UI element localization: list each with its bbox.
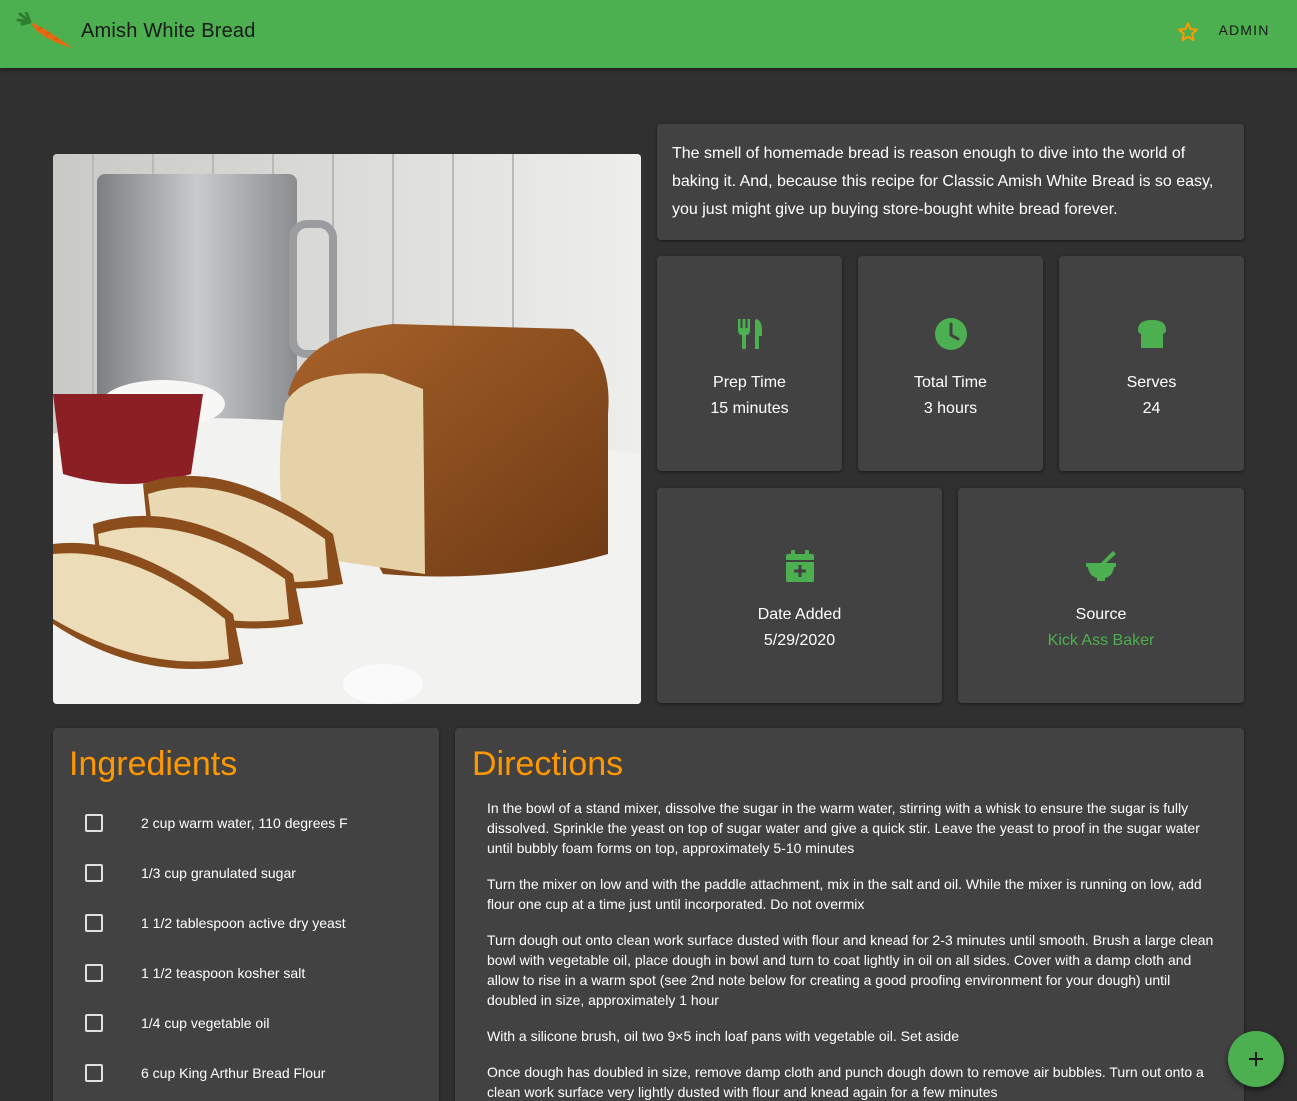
- date-added-card: Date Added 5/29/2020: [657, 488, 942, 703]
- direction-step: With a silicone brush, oil two 9×5 inch …: [487, 1028, 959, 1044]
- direction-step: In the bowl of a stand mixer, dissolve t…: [487, 800, 1200, 856]
- direction-step: Turn the mixer on low and with the paddl…: [487, 876, 1202, 912]
- ingredients-title: Ingredients: [69, 745, 238, 783]
- total-time-value: 3 hours: [923, 400, 978, 417]
- serves-value: 24: [1142, 400, 1161, 417]
- ingredient-checkbox[interactable]: [85, 1064, 103, 1082]
- ingredient-item[interactable]: 6 cup King Arthur Bread Flour: [69, 1048, 423, 1098]
- date-added-label: Date Added: [757, 606, 842, 623]
- directions-list: In the bowl of a stand mixer, dissolve t…: [472, 798, 1227, 1101]
- ingredient-text: 6 cup King Arthur Bread Flour: [141, 1065, 326, 1081]
- ingredient-checkbox[interactable]: [85, 814, 103, 832]
- ingredients-card: Ingredients 2 cup warm water, 110 degree…: [53, 728, 439, 1101]
- direction-step: Once dough has doubled in size, remove d…: [487, 1064, 1204, 1100]
- directions-title: Directions: [472, 745, 624, 783]
- serves-card: Serves 24: [1059, 256, 1244, 471]
- plus-icon: [1249, 1052, 1263, 1066]
- direction-step: Turn dough out onto clean work surface d…: [487, 932, 1214, 1008]
- source-link[interactable]: Kick Ass Baker: [1048, 632, 1155, 650]
- calendar-plus-icon: [785, 550, 814, 582]
- total-time-label: Total Time: [914, 374, 987, 391]
- ingredient-item[interactable]: 1/4 cup vegetable oil: [69, 998, 423, 1048]
- recipe-image: [53, 154, 641, 704]
- utensils-icon: [737, 319, 762, 349]
- ingredient-text: 2 cup warm water, 110 degrees F: [141, 815, 348, 831]
- source-card: Source Kick Ass Baker: [958, 488, 1244, 703]
- recipe-description: The smell of homemade bread is reason en…: [672, 145, 1214, 218]
- add-fab-button[interactable]: [1228, 1031, 1284, 1087]
- prep-time-value: 15 minutes: [710, 400, 789, 417]
- ingredient-checkbox[interactable]: [85, 864, 103, 882]
- serves-label: Serves: [1126, 374, 1177, 391]
- clock-icon: [934, 318, 967, 350]
- ingredients-list: 2 cup warm water, 110 degrees F 1/3 cup …: [69, 798, 423, 1098]
- app-title: Amish White Bread: [81, 20, 256, 42]
- ingredient-text: 1 1/2 tablespoon active dry yeast: [141, 915, 346, 931]
- prep-time-label: Prep Time: [713, 374, 786, 391]
- ingredient-item[interactable]: 1/3 cup granulated sugar: [69, 848, 423, 898]
- ingredient-checkbox[interactable]: [85, 1014, 103, 1032]
- ingredient-checkbox[interactable]: [85, 914, 103, 932]
- app-bar: Amish White Bread ADMIN: [0, 0, 1297, 68]
- admin-button[interactable]: ADMIN: [1212, 22, 1276, 38]
- carrot-logo[interactable]: [16, 12, 76, 52]
- prep-time-card: Prep Time 15 minutes: [657, 256, 842, 471]
- source-label: Source: [1075, 606, 1127, 623]
- ingredient-text: 1/4 cup vegetable oil: [141, 1015, 270, 1031]
- mortar-pestle-icon: [1086, 551, 1116, 581]
- star-outline-icon[interactable]: [1176, 20, 1200, 44]
- ingredient-text: 1 1/2 teaspoon kosher salt: [141, 965, 306, 981]
- ingredient-text: 1/3 cup granulated sugar: [141, 865, 296, 881]
- bread-icon: [1137, 320, 1166, 348]
- date-added-value: 5/29/2020: [763, 632, 836, 649]
- ingredient-item[interactable]: 1 1/2 tablespoon active dry yeast: [69, 898, 423, 948]
- description-card: The smell of homemade bread is reason en…: [657, 124, 1244, 240]
- total-time-card: Total Time 3 hours: [858, 256, 1043, 471]
- ingredient-checkbox[interactable]: [85, 964, 103, 982]
- ingredient-item[interactable]: 2 cup warm water, 110 degrees F: [69, 798, 423, 848]
- directions-card: Directions In the bowl of a stand mixer,…: [455, 728, 1244, 1101]
- ingredient-item[interactable]: 1 1/2 teaspoon kosher salt: [69, 948, 423, 998]
